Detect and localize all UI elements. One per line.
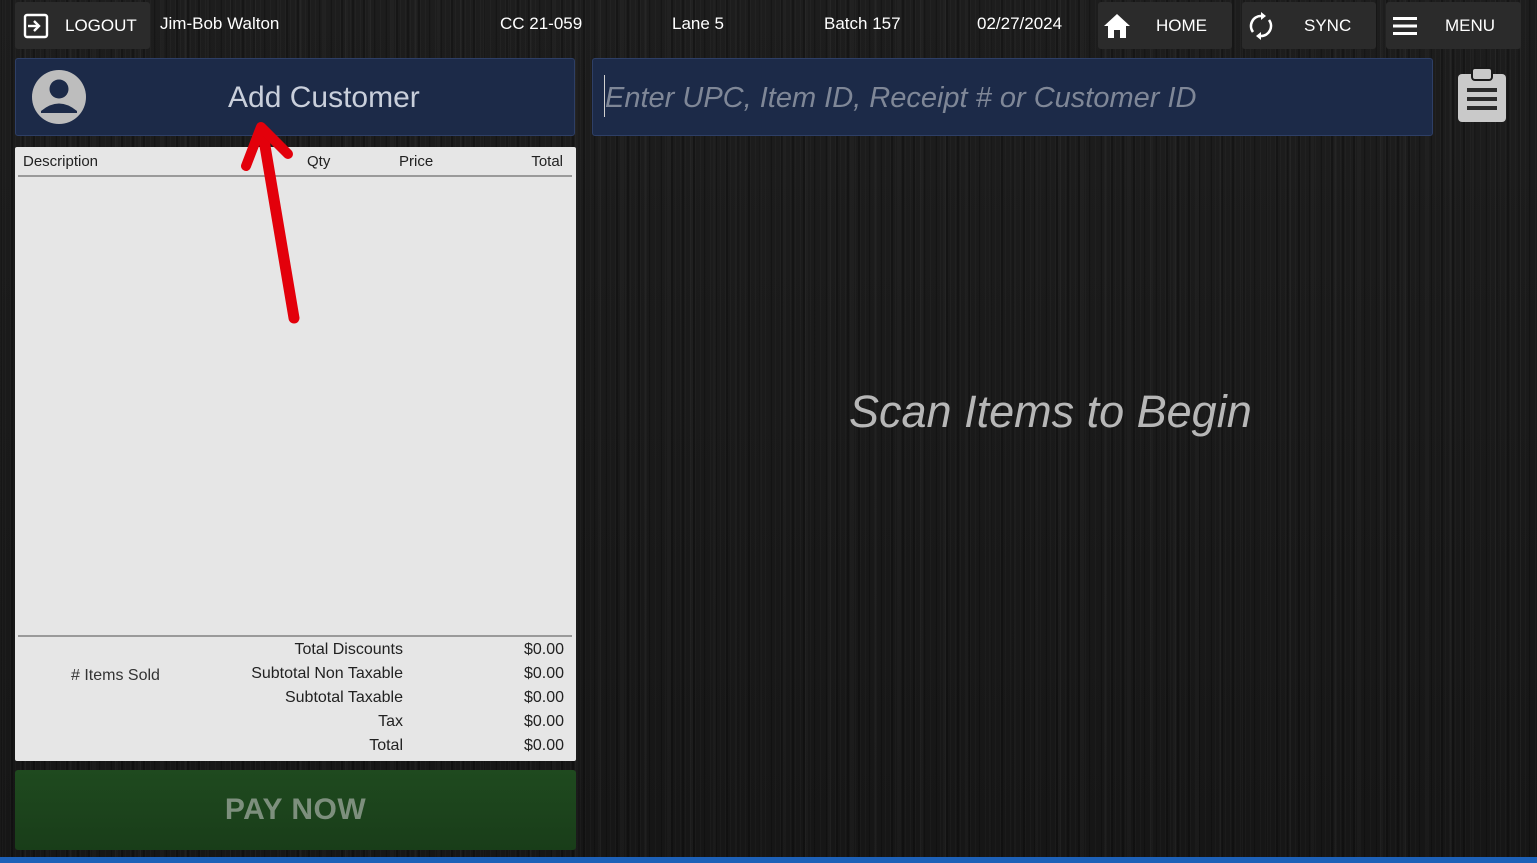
summary-value: $0.00 xyxy=(523,641,564,658)
summary-label: Subtotal Taxable xyxy=(284,689,403,706)
summary-label: Total xyxy=(369,737,403,754)
scan-items-message: Scan Items to Begin xyxy=(849,386,1252,437)
items-sold-label: # Items Sold xyxy=(71,667,160,684)
user-name: Jim-Bob Walton xyxy=(160,14,280,33)
logout-label: LOGOUT xyxy=(65,15,137,35)
logout-button[interactable]: LOGOUT xyxy=(15,2,150,49)
summary-label: Tax xyxy=(378,713,403,730)
summary-divider xyxy=(18,635,572,637)
pay-now-button[interactable]: PAY NOW xyxy=(15,770,576,850)
sync-label: SYNC xyxy=(1304,15,1352,35)
status-strip xyxy=(0,857,1537,863)
summary-value: $0.00 xyxy=(523,713,564,730)
column-header-description: Description xyxy=(23,153,99,170)
terminal-id: CC 21-059 xyxy=(500,14,583,33)
hamburger-menu-icon xyxy=(1390,11,1420,41)
top-bar: LOGOUT Jim-Bob Walton CC 21-059 Lane 5 B… xyxy=(0,0,1537,52)
sync-icon xyxy=(1246,11,1276,41)
logout-icon xyxy=(21,11,51,41)
summary-value: $0.00 xyxy=(523,689,564,706)
annotation-arrow-icon xyxy=(241,122,300,324)
home-icon xyxy=(1102,11,1132,41)
home-button[interactable]: HOME xyxy=(1098,2,1232,49)
menu-button[interactable]: MENU xyxy=(1386,2,1521,49)
column-header-price: Price xyxy=(399,153,434,170)
date-label: 02/27/2024 xyxy=(977,14,1063,33)
column-header-total: Total xyxy=(531,153,563,170)
home-label: HOME xyxy=(1156,15,1207,35)
sync-button[interactable]: SYNC xyxy=(1242,2,1376,49)
summary-value: $0.00 xyxy=(523,665,564,682)
customer-avatar-icon xyxy=(32,70,86,124)
summary-value: $0.00 xyxy=(523,737,564,754)
search-field-container xyxy=(592,58,1433,136)
upc-search-input[interactable] xyxy=(603,73,1417,123)
summary-label: Subtotal Non Taxable xyxy=(251,665,403,682)
summary-label: Total Discounts xyxy=(294,641,404,658)
menu-label: MENU xyxy=(1445,15,1496,35)
lane-label: Lane 5 xyxy=(672,14,724,33)
batch-label: Batch 157 xyxy=(824,14,901,33)
clipboard-icon[interactable] xyxy=(1456,66,1508,124)
